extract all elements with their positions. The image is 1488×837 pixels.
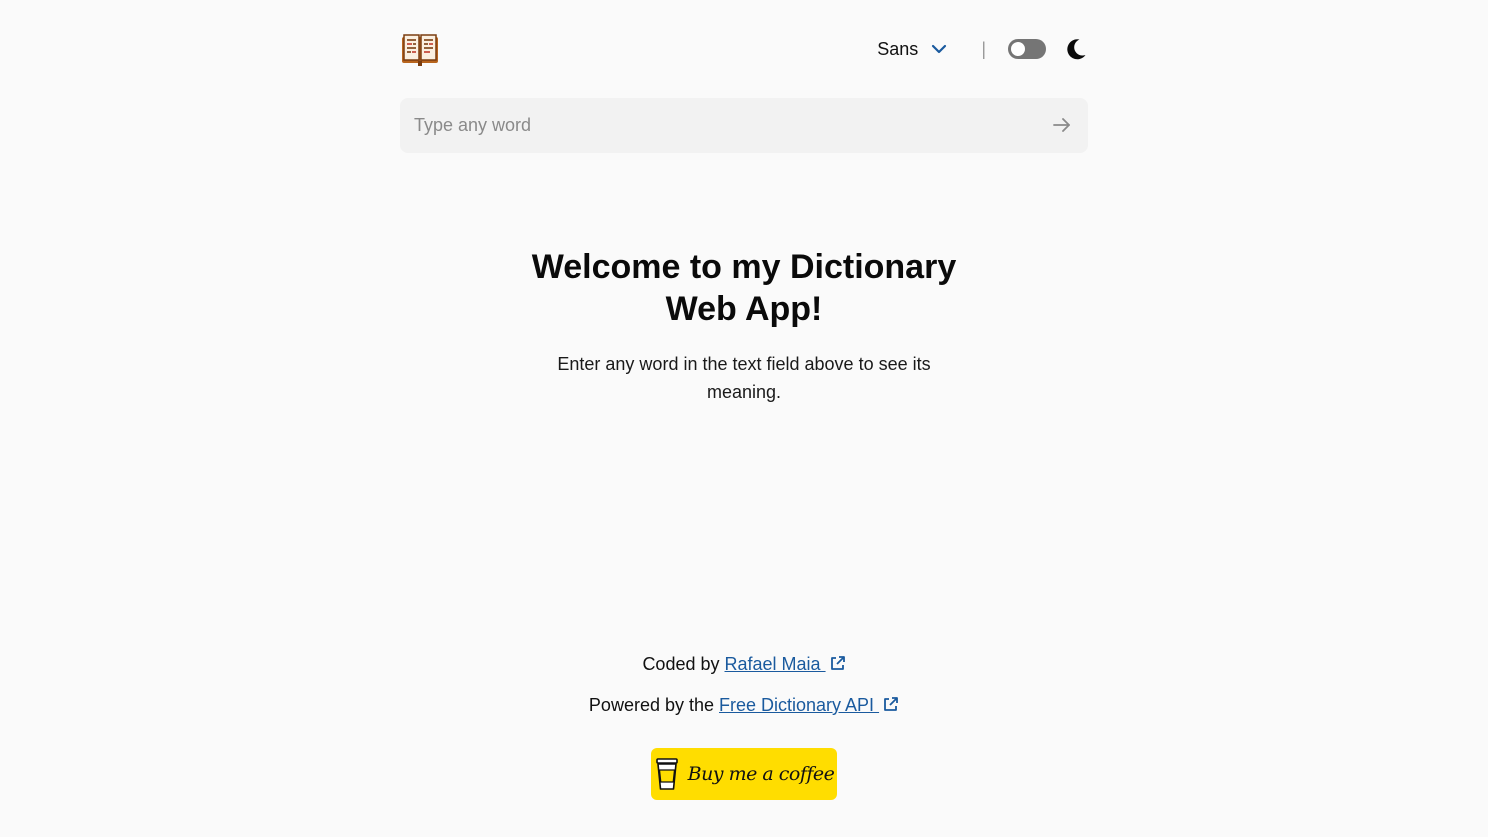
page: Sans | Welcome to my Dictionary Web App!…	[400, 0, 1088, 837]
coffee-cup-icon	[655, 758, 678, 790]
theme-toggle[interactable]	[1008, 39, 1046, 59]
arrow-right-icon[interactable]	[1052, 115, 1072, 135]
powered-by-prefix: Powered by the	[588, 695, 719, 715]
coffee-button-label: Buy me a coffee	[687, 763, 835, 785]
external-link-icon[interactable]	[882, 696, 899, 713]
api-link[interactable]: Free Dictionary API	[719, 695, 879, 715]
font-select[interactable]: Sans	[877, 39, 948, 60]
external-link-icon[interactable]	[829, 655, 846, 672]
header-controls: Sans |	[877, 37, 1088, 61]
welcome-title: Welcome to my Dictionary Web App!	[531, 248, 957, 328]
welcome-section: Welcome to my Dictionary Web App! Enter …	[400, 246, 1088, 406]
powered-by-line: Powered by the Free Dictionary API	[400, 692, 1088, 718]
welcome-subtitle: Enter any word in the text field above t…	[557, 354, 931, 402]
buy-me-a-coffee-button[interactable]: Buy me a coffee	[651, 748, 837, 800]
author-link[interactable]: Rafael Maia	[725, 654, 826, 674]
header-divider: |	[981, 38, 986, 59]
book-icon[interactable]	[400, 31, 440, 67]
chevron-down-icon	[932, 44, 947, 54]
coded-by-prefix: Coded by	[642, 654, 725, 674]
font-select-value: Sans	[877, 38, 919, 59]
toggle-knob	[1011, 42, 1025, 56]
search-bar	[400, 98, 1088, 153]
coded-by-line: Coded by Rafael Maia	[400, 651, 1088, 677]
search-input[interactable]	[400, 98, 1040, 153]
header: Sans |	[400, 30, 1088, 68]
moon-icon[interactable]	[1064, 37, 1088, 61]
footer: Coded by Rafael Maia Powered by the Free…	[400, 651, 1088, 718]
